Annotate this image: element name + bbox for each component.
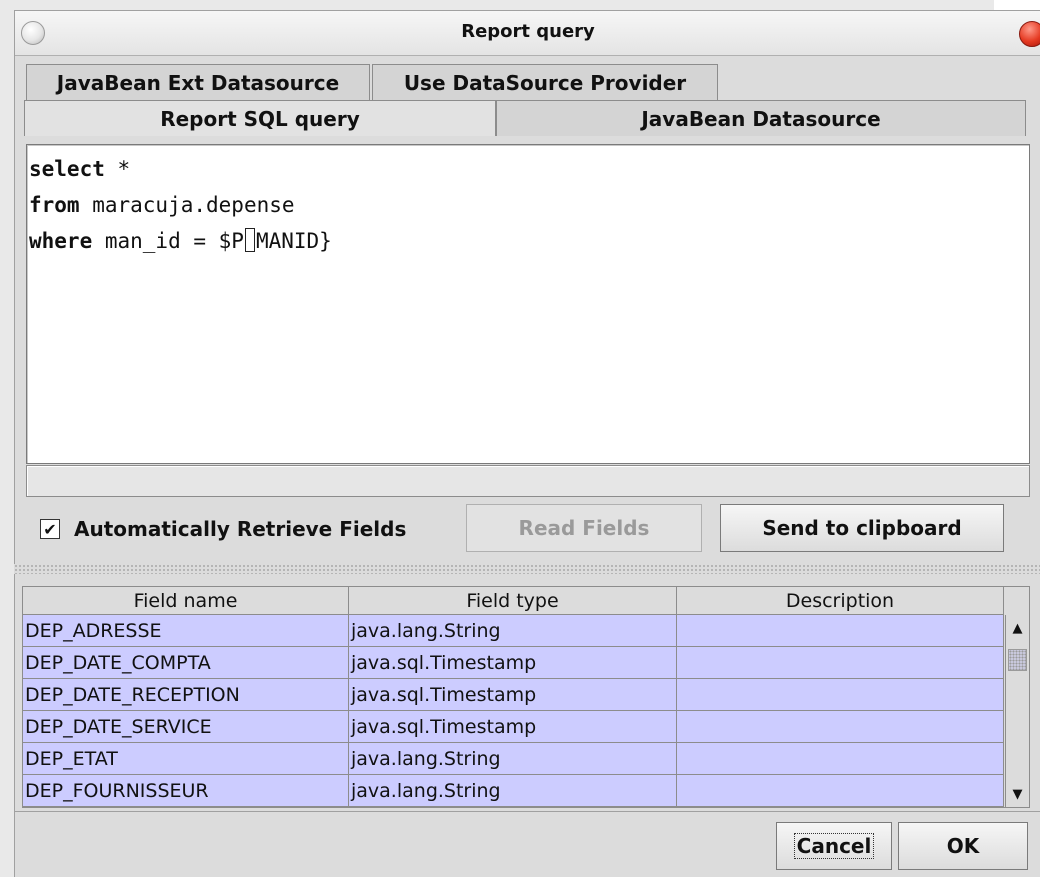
- description-cell[interactable]: [677, 711, 1004, 743]
- sql-text-segment: *: [104, 157, 131, 181]
- window-close-button[interactable]: [1019, 21, 1040, 47]
- button-label: OK: [946, 834, 980, 858]
- fields-table: Field name Field type Description DEP_AD…: [22, 586, 1030, 808]
- button-label: Read Fields: [518, 516, 650, 540]
- tab-use-datasource-provider[interactable]: Use DataSource Provider: [372, 64, 718, 100]
- sql-text-segment: maracuja.depense: [79, 193, 295, 217]
- field-name-cell[interactable]: DEP_DATE_RECEPTION: [23, 679, 349, 711]
- column-header-description[interactable]: Description: [677, 587, 1004, 615]
- sql-keyword: where: [29, 229, 93, 253]
- auto-retrieve-checkbox[interactable]: ✔: [40, 519, 60, 539]
- sql-text-segment: man_id = $P: [92, 229, 244, 253]
- field-type-cell[interactable]: java.sql.Timestamp: [349, 647, 677, 679]
- tab-label: JavaBean Datasource: [641, 106, 881, 131]
- description-cell[interactable]: [677, 775, 1004, 807]
- sql-keyword: from: [29, 193, 80, 217]
- table-row[interactable]: DEP_ETAT java.lang.String: [23, 743, 1004, 775]
- field-name-cell[interactable]: DEP_ETAT: [23, 743, 349, 775]
- button-label: Cancel: [793, 833, 875, 859]
- field-type-cell[interactable]: java.sql.Timestamp: [349, 711, 677, 743]
- sql-text-segment: MANID}: [255, 229, 332, 253]
- tab-javabean-ext-datasource[interactable]: JavaBean Ext Datasource: [26, 64, 370, 100]
- table-row[interactable]: DEP_FOURNISSEUR java.lang.String: [23, 775, 1004, 807]
- ok-button[interactable]: OK: [898, 822, 1028, 870]
- tab-javabean-datasource[interactable]: JavaBean Datasource: [496, 100, 1026, 136]
- field-name-cell[interactable]: DEP_DATE_SERVICE: [23, 711, 349, 743]
- query-status-field: [26, 465, 1030, 497]
- button-label: Send to clipboard: [762, 516, 962, 540]
- sql-keyword: select: [29, 157, 105, 181]
- auto-retrieve-label: Automatically Retrieve Fields: [74, 517, 407, 541]
- column-header-field-type[interactable]: Field type: [349, 587, 677, 615]
- description-cell[interactable]: [677, 615, 1004, 647]
- background-strip: [994, 0, 1040, 10]
- footer-divider: [14, 811, 1040, 812]
- field-name-cell[interactable]: DEP_FOURNISSEUR: [23, 775, 349, 807]
- scroll-down-arrow-icon[interactable]: ▼: [1006, 783, 1029, 805]
- scroll-up-arrow-icon[interactable]: ▲: [1006, 617, 1029, 639]
- field-name-cell[interactable]: DEP_DATE_COMPTA: [23, 647, 349, 679]
- send-to-clipboard-button[interactable]: Send to clipboard: [720, 504, 1004, 552]
- description-cell[interactable]: [677, 679, 1004, 711]
- read-fields-button[interactable]: Read Fields: [466, 504, 702, 552]
- tab-label: Use DataSource Provider: [403, 70, 687, 95]
- table-row[interactable]: DEP_DATE_SERVICE java.sql.Timestamp: [23, 711, 1004, 743]
- cancel-button[interactable]: Cancel: [776, 822, 892, 870]
- field-type-cell[interactable]: java.lang.String: [349, 775, 677, 807]
- table-vertical-scrollbar[interactable]: ▲ ▼: [1005, 615, 1029, 807]
- table-row[interactable]: DEP_DATE_RECEPTION java.sql.Timestamp: [23, 679, 1004, 711]
- table-header: Field name Field type Description: [23, 587, 1004, 615]
- auto-retrieve-fields-option[interactable]: ✔ Automatically Retrieve Fields: [40, 514, 406, 544]
- field-type-cell[interactable]: java.lang.String: [349, 615, 677, 647]
- split-pane-divider[interactable]: [14, 564, 1040, 574]
- field-name-cell[interactable]: DEP_ADRESSE: [23, 615, 349, 647]
- sql-text: select * from maracuja.depense where man…: [29, 151, 332, 259]
- window-title: Report query: [461, 21, 595, 42]
- title-bar[interactable]: Report query: [15, 11, 1040, 56]
- tab-label: Report SQL query: [160, 106, 360, 131]
- field-type-cell[interactable]: java.lang.String: [349, 743, 677, 775]
- table-row[interactable]: DEP_DATE_COMPTA java.sql.Timestamp: [23, 647, 1004, 679]
- table-row[interactable]: DEP_ADRESSE java.lang.String: [23, 615, 1004, 647]
- tab-report-sql-query[interactable]: Report SQL query: [24, 100, 496, 136]
- field-type-cell[interactable]: java.sql.Timestamp: [349, 679, 677, 711]
- column-header-field-name[interactable]: Field name: [23, 587, 349, 615]
- table-body: DEP_ADRESSE java.lang.String DEP_DATE_CO…: [23, 615, 1004, 807]
- description-cell[interactable]: [677, 743, 1004, 775]
- tab-label: JavaBean Ext Datasource: [56, 70, 340, 95]
- description-cell[interactable]: [677, 647, 1004, 679]
- checkmark-icon: ✔: [43, 519, 57, 539]
- text-caret: [244, 228, 255, 252]
- scrollbar-thumb[interactable]: [1008, 649, 1027, 671]
- sql-query-editor[interactable]: select * from maracuja.depense where man…: [26, 144, 1030, 464]
